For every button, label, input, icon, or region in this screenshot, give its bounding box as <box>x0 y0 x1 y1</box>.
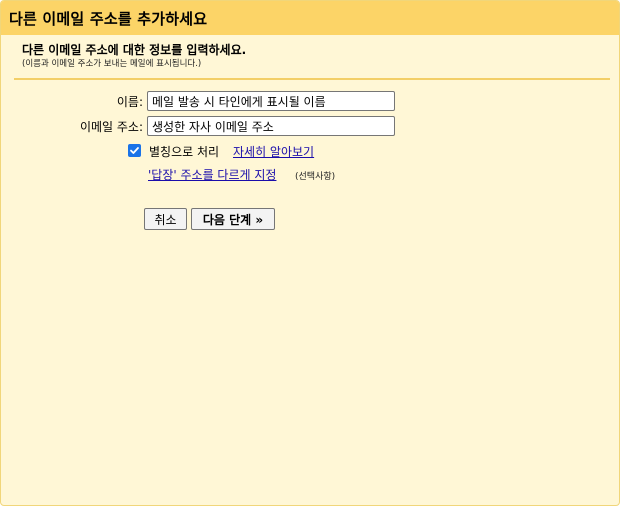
alias-checkbox-label: 별칭으로 처리 <box>149 145 220 159</box>
dialog-title: 다른 이메일 주소를 추가하세요 <box>9 9 208 28</box>
learn-more-link[interactable]: 자세히 알아보기 <box>233 143 314 160</box>
checkmark-icon <box>130 147 139 154</box>
dialog-titlebar: 다른 이메일 주소를 추가하세요 <box>1 1 619 35</box>
section-divider <box>14 78 610 80</box>
email-input[interactable] <box>147 116 395 136</box>
dialog-subheading: (이름과 이메일 주소가 보내는 메일에 표시됩니다.) <box>22 59 202 69</box>
cancel-button[interactable]: 취소 <box>144 208 187 230</box>
email-label: 이메일 주소: <box>79 120 143 134</box>
dialog-heading: 다른 이메일 주소에 대한 정보를 입력하세요. <box>22 43 247 57</box>
reply-to-link[interactable]: '답장' 주소를 다르게 지정 <box>148 166 276 183</box>
name-label: 이름: <box>116 95 143 109</box>
reply-to-optional: (선택사항) <box>295 172 336 182</box>
dialog-intro: 다른 이메일 주소에 대한 정보를 입력하세요. (이름과 이메일 주소가 보내… <box>1 35 619 70</box>
next-step-button[interactable]: 다음 단계 » <box>191 208 275 230</box>
name-input[interactable] <box>147 91 395 111</box>
alias-checkbox[interactable] <box>128 144 141 157</box>
add-email-dialog: 다른 이메일 주소를 추가하세요 다른 이메일 주소에 대한 정보를 입력하세요… <box>0 0 620 506</box>
